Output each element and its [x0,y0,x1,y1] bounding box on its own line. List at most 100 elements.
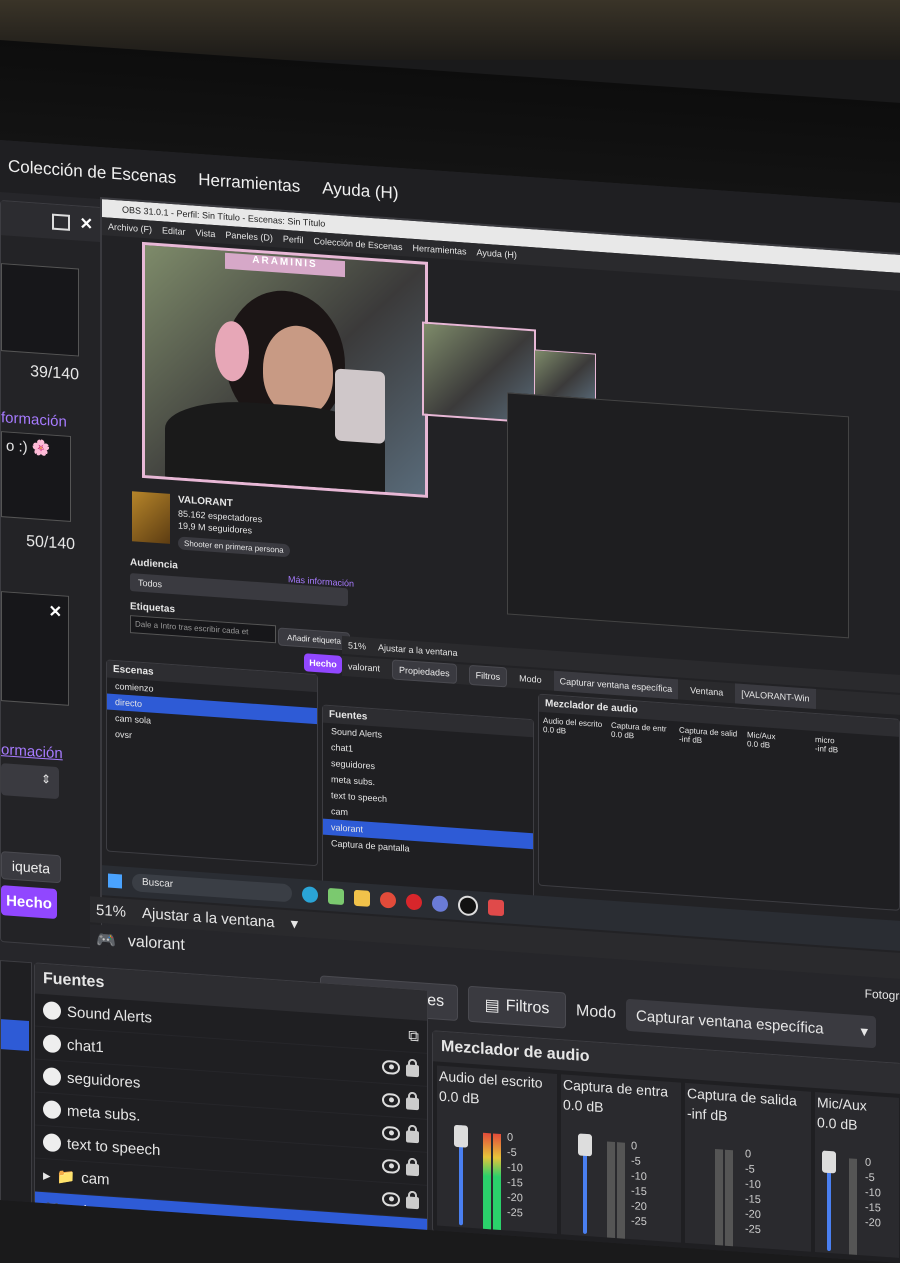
inner-channel: micro -inf dB [815,735,877,757]
volume-knob[interactable] [822,1150,836,1174]
undock-icon[interactable]: ⧉ [408,1027,419,1045]
eye-icon[interactable] [382,1191,400,1207]
scale-tick: -10 [507,1161,523,1175]
chevron-down-icon[interactable]: ▾ [291,914,299,933]
inner-scenes-panel: Escenas comienzo directo cam sola ovsr [106,659,318,867]
inner-done-button[interactable]: Hecho [304,653,342,674]
lock-icon[interactable] [406,1196,419,1210]
inner-menu-file[interactable]: Archivo (F) [108,218,152,239]
lock-icon[interactable] [406,1064,419,1078]
mode-chevron-icon: ▾ [860,1023,869,1041]
inner-window-select[interactable]: [VALORANT-Win [735,683,816,710]
scale-tick: -5 [865,1171,875,1185]
level-meter [483,1132,491,1230]
source-label: meta subs. [67,1102,141,1125]
mode-label: Modo [576,1002,617,1023]
level-meter-idle [725,1149,733,1247]
menu-tools[interactable]: Herramientas [198,170,300,197]
folder-icon[interactable] [354,889,370,907]
chrome-icon[interactable] [380,891,396,909]
source-label: chat1 [67,1036,104,1056]
volume-knob[interactable] [578,1133,592,1157]
scale-tick: -20 [745,1208,761,1222]
scene-selected-edge[interactable] [1,1019,29,1052]
eye-icon[interactable] [382,1059,400,1075]
store-icon[interactable] [328,887,344,906]
globe-icon [43,1001,61,1021]
filters-button[interactable]: ▤ Filtros [468,985,566,1029]
inner-menu-docks[interactable]: Paneles (D) [225,226,273,247]
sources-panel: Fuentes Sound Alerts ⧉ chat1 seguidores m… [34,962,428,1252]
tags-input[interactable]: Dale a Intro tras escribir cada et [130,615,276,644]
level-meter [493,1133,501,1231]
zoom-level: 51% [96,901,127,921]
title-textarea[interactable] [1,263,79,357]
game-box-art [132,491,170,544]
more-info-link-2[interactable]: ormación [1,741,63,762]
panel-header: ✕ [1,201,101,243]
scenes-edge-panel [0,960,32,1205]
source-label: text to speech [67,1135,161,1159]
tag-close-icon[interactable]: ✕ [49,601,62,622]
inner-filters-button[interactable]: Filtros [468,664,508,688]
lock-icon[interactable] [406,1097,419,1111]
category-select[interactable]: ⇕ [1,763,59,800]
inner-menu-help[interactable]: Ayuda (H) [477,243,517,264]
globe-icon [43,1100,61,1120]
inner-menu-edit[interactable]: Editar [162,221,186,241]
inner-menu-view[interactable]: Vista [196,224,216,243]
stepper-icon: ⇕ [40,771,51,787]
volume-knob[interactable] [454,1124,468,1148]
done-button[interactable]: Hecho [1,885,57,919]
eye-icon[interactable] [382,1158,400,1174]
obs-icon[interactable] [458,895,478,917]
edge-icon[interactable] [302,886,318,904]
app-icon[interactable] [432,895,448,913]
opera-icon[interactable] [406,893,422,911]
scale-tick: -5 [631,1155,641,1168]
inner-menu-tools[interactable]: Herramientas [413,239,467,261]
level-meter-idle [849,1158,857,1255]
scale-tick: -10 [865,1186,881,1200]
expand-arrow-icon[interactable]: ▸ [43,1166,51,1185]
genre-tag: Shooter en primera persona [178,536,290,558]
right-cut-text: Fotogra [864,986,900,1004]
level-meter-idle [715,1148,723,1246]
taskbar-search[interactable]: Buscar [132,873,292,903]
scale-tick: -20 [507,1191,523,1205]
scale-tick: -10 [745,1178,761,1192]
level-meter-idle [607,1141,615,1239]
add-tag-inner-button[interactable]: Añadir etiqueta [278,627,350,651]
db-scale: 0 -5 -10 -15 -20 -25 [631,1139,647,1230]
game-title: VALORANT [178,494,233,510]
undock-icon[interactable] [51,213,70,231]
lock-icon[interactable] [406,1163,419,1177]
scale-tick: -20 [631,1200,647,1214]
mixer-channel: Captura de entra 0.0 dB 0 -5 -10 -15 -20… [561,1074,681,1243]
lock-icon[interactable] [406,1130,419,1144]
windows-start-icon[interactable] [108,873,122,889]
scale-tick: -15 [745,1193,761,1207]
valorant-icon[interactable] [488,899,504,917]
scale-tick: -25 [631,1215,647,1229]
inner-mixer-panel: Mezclador de audio Audio del escrito 0.0 … [538,693,900,911]
more-info-link[interactable]: formación [1,409,67,431]
inner-channel: Captura de entr 0.0 dB [611,721,673,743]
tag-box[interactable]: ✕ [1,591,69,706]
eye-icon[interactable] [382,1125,400,1141]
fit-window-select[interactable]: Ajustar a la ventana [142,904,275,930]
menu-scene-collection[interactable]: Colección de Escenas [8,157,176,189]
mixer-channel: Captura de salida -inf dB 0 -5 -10 -15 -… [685,1082,811,1252]
inner-menu-profile[interactable]: Perfil [283,230,304,249]
eye-icon[interactable] [382,1092,400,1108]
add-tag-button[interactable]: iqueta [1,851,61,884]
scale-tick: 0 [865,1156,872,1169]
mode-value: Capturar ventana específica [636,1006,824,1038]
notification-textarea[interactable]: o :) 🌸 [1,431,71,522]
scale-tick: -20 [865,1216,881,1230]
obs-preview-capture: OBS 31.0.1 - Perfil: Sin Título - Escena… [100,196,900,958]
inner-properties-button[interactable]: Propiedades [392,659,457,684]
menu-help[interactable]: Ayuda (H) [322,179,398,204]
db-scale: 0 -5 -10 -15 -20 [865,1155,881,1231]
close-icon[interactable]: ✕ [80,214,93,235]
